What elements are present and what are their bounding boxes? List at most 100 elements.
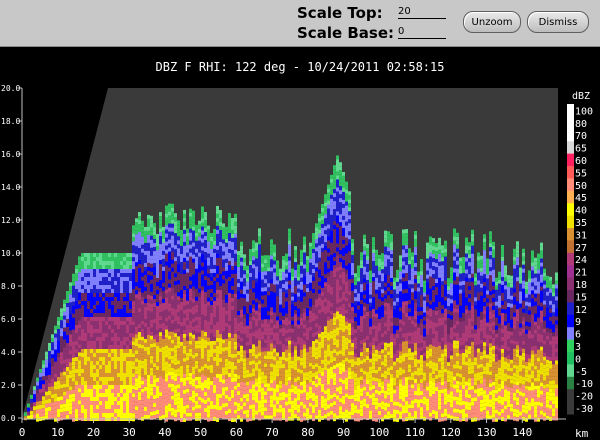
- reflectivity-cell: [324, 294, 327, 299]
- reflectivity-cell: [258, 392, 261, 397]
- reflectivity-cell: [351, 239, 354, 244]
- reflectivity-cell: [144, 410, 147, 415]
- reflectivity-cell: [303, 384, 306, 389]
- reflectivity-cell: [282, 296, 285, 301]
- reflectivity-cell: [321, 359, 324, 364]
- reflectivity-cell: [363, 258, 366, 263]
- reflectivity-cell: [240, 301, 243, 306]
- reflectivity-cell: [105, 385, 108, 389]
- reflectivity-cell: [69, 350, 72, 355]
- reflectivity-cell: [219, 246, 222, 251]
- reflectivity-cell: [81, 409, 84, 413]
- reflectivity-cell: [51, 354, 54, 359]
- reflectivity-cell: [252, 408, 255, 413]
- reflectivity-cell: [354, 369, 357, 374]
- reflectivity-cell: [144, 358, 147, 363]
- reflectivity-cell: [318, 237, 321, 242]
- reflectivity-cell: [51, 346, 54, 351]
- reflectivity-cell: [240, 413, 243, 418]
- reflectivity-cell: [72, 353, 75, 358]
- reflectivity-cell: [336, 239, 339, 244]
- reflectivity-cell: [72, 289, 75, 294]
- reflectivity-cell: [318, 341, 321, 346]
- reflectivity-cell: [177, 264, 180, 269]
- reflectivity-cell: [105, 345, 108, 349]
- reflectivity-cell: [315, 267, 318, 272]
- reflectivity-cell: [54, 381, 57, 386]
- reflectivity-cell: [258, 408, 261, 413]
- reflectivity-cell: [180, 369, 183, 374]
- reflectivity-cell: [249, 253, 252, 258]
- reflectivity-cell: [177, 232, 180, 237]
- reflectivity-cell: [345, 297, 348, 302]
- reflectivity-cell: [192, 414, 195, 419]
- reflectivity-cell: [171, 315, 174, 320]
- reflectivity-cell: [315, 355, 318, 360]
- reflectivity-cell: [81, 373, 84, 377]
- reflectivity-cell: [180, 377, 183, 382]
- reflectivity-cell: [294, 258, 297, 263]
- reflectivity-cell: [327, 276, 330, 281]
- reflectivity-cell: [183, 281, 186, 286]
- reflectivity-cell: [300, 333, 303, 338]
- reflectivity-cell: [120, 357, 123, 361]
- reflectivity-cell: [330, 350, 333, 355]
- reflectivity-cell: [78, 364, 81, 369]
- reflectivity-cell: [141, 332, 144, 337]
- reflectivity-cell: [348, 335, 351, 340]
- reflectivity-cell: [156, 398, 159, 403]
- reflectivity-cell: [153, 235, 156, 240]
- reflectivity-cell: [108, 333, 111, 337]
- reflectivity-cell: [210, 232, 213, 237]
- reflectivity-cell: [57, 400, 60, 405]
- reflectivity-cell: [138, 252, 141, 257]
- reflectivity-cell: [129, 281, 132, 285]
- reflectivity-cell: [39, 388, 42, 393]
- reflectivity-cell: [309, 266, 312, 271]
- reflectivity-cell: [294, 246, 297, 251]
- reflectivity-cell: [213, 372, 216, 377]
- reflectivity-cell: [327, 212, 330, 217]
- reflectivity-cell: [90, 337, 93, 341]
- reflectivity-cell: [177, 220, 180, 225]
- reflectivity-cell: [129, 357, 132, 361]
- reflectivity-cell: [330, 330, 333, 335]
- reflectivity-cell: [318, 265, 321, 270]
- reflectivity-cell: [189, 272, 192, 277]
- reflectivity-cell: [54, 325, 57, 330]
- reflectivity-cell: [216, 205, 219, 210]
- reflectivity-cell: [204, 376, 207, 381]
- reflectivity-cell: [321, 271, 324, 276]
- reflectivity-cell: [96, 357, 99, 361]
- reflectivity-cell: [168, 303, 171, 308]
- reflectivity-cell: [198, 336, 201, 341]
- reflectivity-cell: [132, 253, 135, 258]
- reflectivity-cell: [135, 286, 138, 291]
- rhi-plot[interactable]: 0 10 20 30 40 50 60 70 80 90 100 110 120 130 140 0.02.…: [0, 0, 600, 440]
- reflectivity-cell: [198, 248, 201, 253]
- reflectivity-cell: [45, 383, 48, 388]
- reflectivity-cell: [219, 306, 222, 311]
- reflectivity-cell: [183, 405, 186, 410]
- reflectivity-cell: [153, 239, 156, 244]
- reflectivity-cell: [45, 407, 48, 412]
- reflectivity-cell: [327, 240, 330, 245]
- reflectivity-cell: [114, 397, 117, 401]
- reflectivity-cell: [219, 210, 222, 215]
- reflectivity-cell: [363, 378, 366, 383]
- reflectivity-cell: [189, 340, 192, 345]
- reflectivity-cell: [228, 261, 231, 266]
- reflectivity-cell: [360, 396, 363, 401]
- reflectivity-cell: [201, 310, 204, 315]
- reflectivity-cell: [186, 352, 189, 357]
- reflectivity-cell: [258, 312, 261, 317]
- reflectivity-cell: [165, 357, 168, 362]
- reflectivity-cell: [225, 402, 228, 407]
- reflectivity-cell: [288, 404, 291, 409]
- reflectivity-cell: [267, 391, 270, 396]
- reflectivity-cell: [147, 298, 150, 303]
- reflectivity-cell: [93, 257, 96, 261]
- reflectivity-cell: [78, 352, 81, 357]
- reflectivity-cell: [231, 413, 234, 418]
- reflectivity-cell: [165, 285, 168, 290]
